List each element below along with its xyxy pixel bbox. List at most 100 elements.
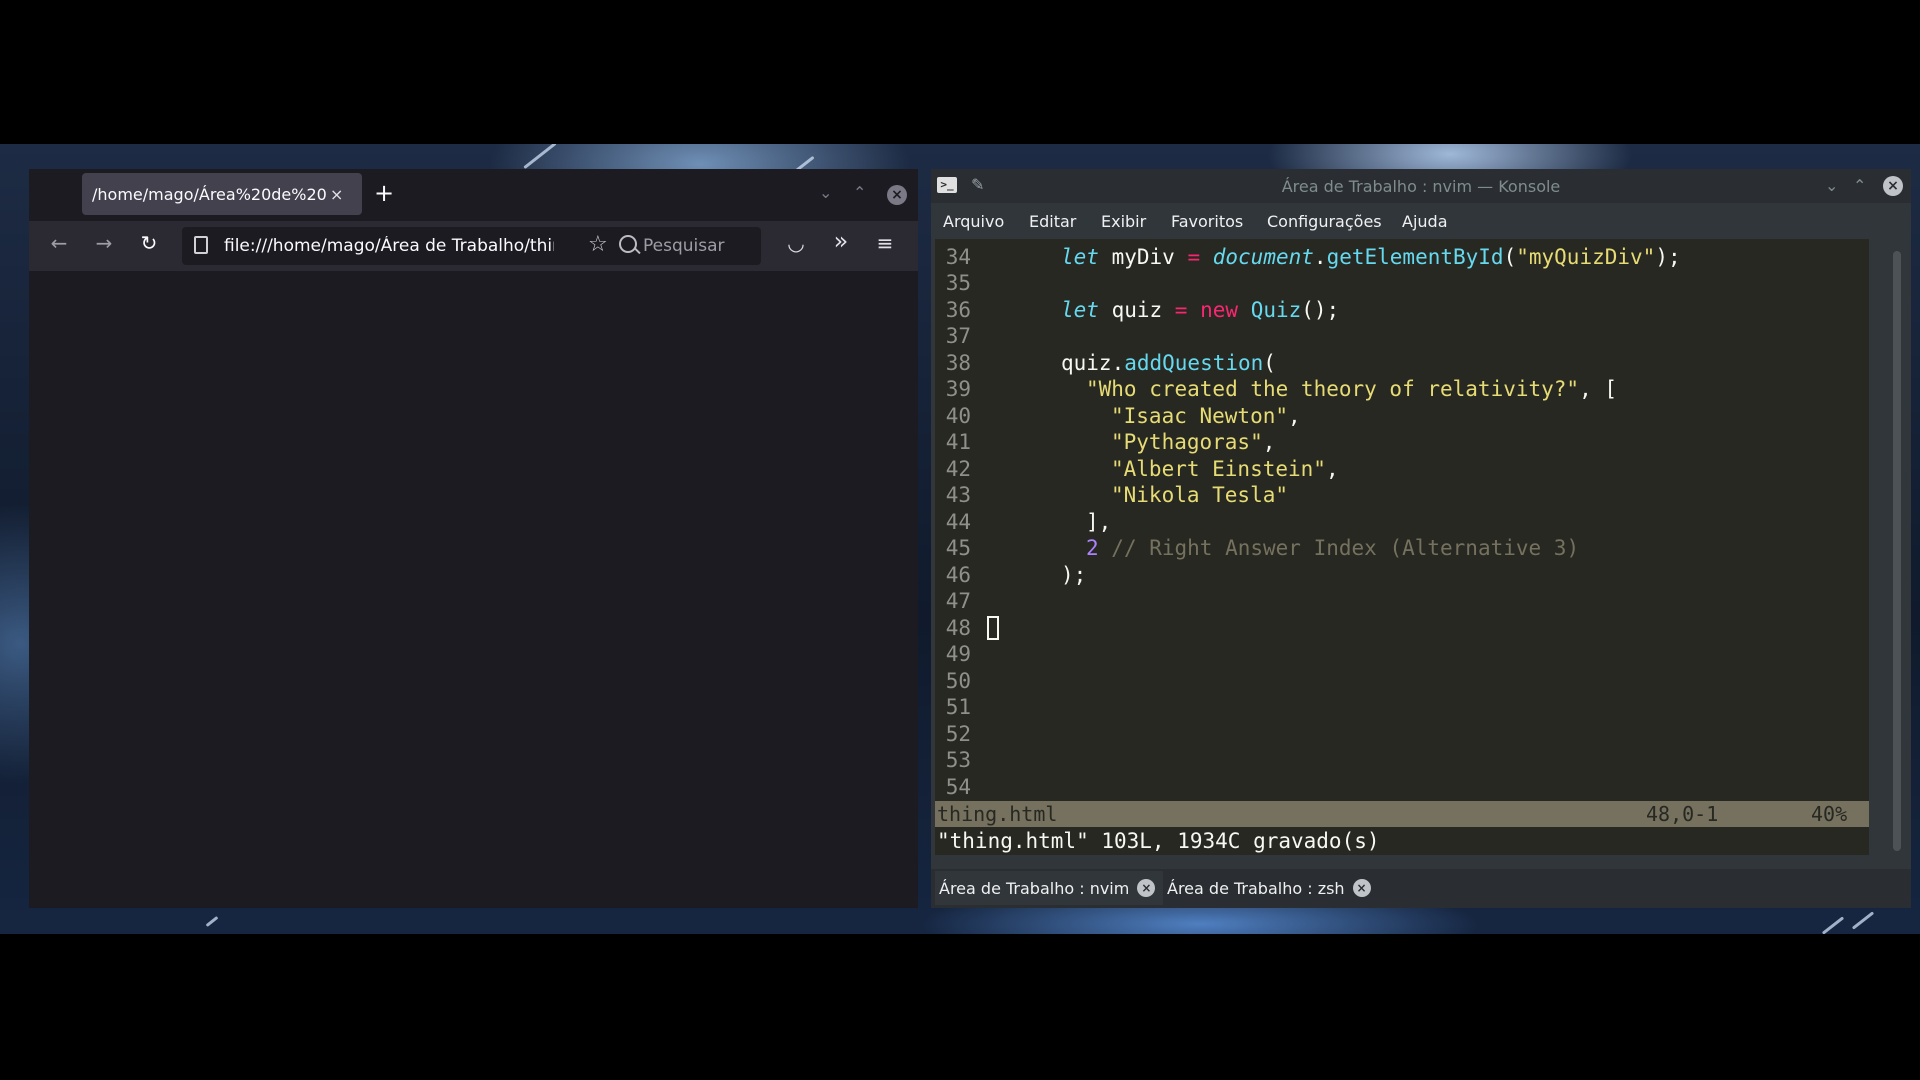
pocket-icon[interactable]: ◡	[782, 231, 810, 255]
maximize-icon[interactable]: ⌃	[1853, 176, 1866, 195]
url-text[interactable]: file:///home/mago/Área de Trabalho/thing…	[224, 236, 554, 256]
hamburger-menu-icon[interactable]: ≡	[871, 231, 899, 255]
vim-command-line[interactable]: "thing.html" 103L, 1934C gravado(s)	[935, 827, 1869, 855]
text-cursor	[987, 616, 999, 640]
code-text: "Isaac Newton",	[1111, 404, 1301, 428]
konsole-window: >_ ✎ Área de Trabalho : nvim — Konsole ⌄…	[931, 169, 1911, 908]
menu-editar[interactable]: Editar	[1029, 212, 1076, 231]
konsole-tab-zsh[interactable]: Área de Trabalho : zsh ×	[1167, 871, 1379, 905]
string-literal: "Nikola Tesla"	[1111, 483, 1289, 507]
punctuation: ();	[1301, 298, 1340, 322]
code-line: 49	[935, 642, 1869, 668]
nvim-editor[interactable]: 34 let myDiv = document.getElementById("…	[935, 239, 1869, 849]
string-literal: "Pythagoras"	[1111, 430, 1263, 454]
line-number: 40	[945, 404, 971, 428]
code-line: 50	[935, 669, 1869, 695]
konsole-titlebar[interactable]: >_ ✎ Área de Trabalho : nvim — Konsole ⌄…	[931, 169, 1911, 203]
punctuation: ,	[1325, 457, 1339, 481]
keyword: new	[1200, 298, 1239, 322]
code-line: 38 quiz.addQuestion(	[935, 351, 1869, 377]
line-number: 54	[945, 775, 971, 799]
function-name: addQuestion	[1124, 351, 1264, 375]
menu-exibir[interactable]: Exibir	[1101, 212, 1146, 231]
code-line: 40 "Isaac Newton",	[935, 404, 1869, 430]
code-line: 44 ],	[935, 510, 1869, 536]
identifier: myDiv	[1098, 245, 1188, 269]
window-title: Área de Trabalho : nvim — Konsole	[1281, 177, 1561, 196]
browser-page-content[interactable]	[29, 271, 918, 908]
line-number: 36	[945, 298, 971, 322]
browser-window: /home/mago/Área%20de%20Trabalho/thing.ht…	[29, 169, 918, 908]
wallpaper-streak	[205, 916, 219, 927]
menu-arquivo[interactable]: Arquivo	[943, 212, 1004, 231]
code-text: 2 // Right Answer Index (Alternative 3)	[1086, 536, 1579, 560]
string-literal: "myQuizDiv"	[1516, 245, 1656, 269]
close-tab-icon[interactable]: ×	[1352, 879, 1371, 897]
close-tab-icon[interactable]: ×	[330, 185, 343, 204]
punctuation: (	[1263, 351, 1276, 375]
line-number: 51	[945, 695, 971, 719]
punctuation: );	[1655, 245, 1681, 269]
maximize-icon[interactable]: ⌃	[853, 183, 866, 202]
operator: =	[1174, 298, 1188, 322]
code-text: "Albert Einstein",	[1111, 457, 1339, 481]
forward-button[interactable]: →	[90, 231, 118, 255]
keyword: let	[1061, 245, 1099, 269]
punctuation: , [	[1579, 377, 1618, 401]
code-line: 51	[935, 695, 1869, 721]
search-icon	[619, 235, 637, 253]
overflow-menu-icon[interactable]: »	[827, 227, 855, 255]
punctuation: ,	[1288, 404, 1301, 428]
menu-ajuda[interactable]: Ajuda	[1402, 212, 1448, 231]
window-close-button[interactable]: ×	[1883, 176, 1903, 196]
tab-label: Área de Trabalho : zsh	[1167, 878, 1345, 898]
search-box[interactable]: Pesquisar	[607, 227, 761, 265]
menu-favoritos[interactable]: Favoritos	[1171, 212, 1243, 231]
new-tab-button[interactable]: +	[374, 179, 394, 207]
punctuation: .	[1313, 245, 1327, 269]
line-number: 48	[945, 616, 971, 640]
line-number: 37	[945, 324, 971, 348]
browser-tab[interactable]: /home/mago/Área%20de%20Trabalho/thing.ht…	[82, 173, 362, 215]
code-line-current: 48	[935, 616, 1869, 642]
function-name: getElementById	[1326, 245, 1504, 269]
back-button[interactable]: ←	[45, 231, 73, 255]
string-literal: "Isaac Newton"	[1111, 404, 1289, 428]
code-line: 46 );	[935, 563, 1869, 589]
code-line: 45 2 // Right Answer Index (Alternative …	[935, 536, 1869, 562]
scrollbar[interactable]	[1893, 251, 1901, 851]
tab-list-chevron-icon[interactable]: ⌄	[819, 183, 832, 202]
status-filename: thing.html	[937, 802, 1058, 826]
vim-statusline: thing.html 48,0-1 40%	[935, 801, 1869, 827]
line-number: 45	[945, 536, 971, 560]
status-cursor-position: 48,0-1	[1646, 802, 1719, 826]
code-line: 36 let quiz = new Quiz();	[935, 298, 1869, 324]
url-bar[interactable]: file:///home/mago/Área de Trabalho/thing…	[182, 227, 622, 265]
menu-configuracoes[interactable]: Configurações	[1267, 212, 1382, 231]
close-tab-icon[interactable]: ×	[1137, 879, 1156, 897]
string-literal: "Albert Einstein"	[1111, 457, 1326, 481]
window-close-button[interactable]: ×	[887, 185, 907, 205]
code-text: let quiz = new Quiz();	[1061, 298, 1339, 322]
line-number: 35	[945, 271, 971, 295]
konsole-menubar: Arquivo Editar Exibir Favoritos Configur…	[931, 203, 1911, 239]
line-number: 46	[945, 563, 971, 587]
code-line: 39 "Who created the theory of relativity…	[935, 377, 1869, 403]
code-text: );	[1061, 563, 1087, 587]
bookmark-star-icon[interactable]: ☆	[588, 232, 608, 257]
status-scroll-percent: 40%	[1811, 802, 1848, 826]
wallpaper-streak	[1851, 911, 1875, 930]
konsole-tab-nvim[interactable]: Área de Trabalho : nvim ×	[935, 871, 1164, 905]
tab-label: Área de Trabalho : nvim	[939, 878, 1130, 898]
reload-button[interactable]: ↻	[135, 231, 163, 255]
search-placeholder: Pesquisar	[643, 236, 725, 256]
code-line: 35	[935, 271, 1869, 297]
code-text: "Who created the theory of relativity?",…	[1086, 377, 1617, 401]
string-literal: "Who created the theory of relativity?"	[1086, 377, 1580, 401]
identifier: quiz	[1098, 298, 1175, 322]
code-text: quiz.addQuestion(	[1061, 351, 1276, 375]
minimize-icon[interactable]: ⌄	[1825, 176, 1838, 195]
code-line: 47	[935, 589, 1869, 615]
code-text: ],	[1086, 510, 1112, 534]
